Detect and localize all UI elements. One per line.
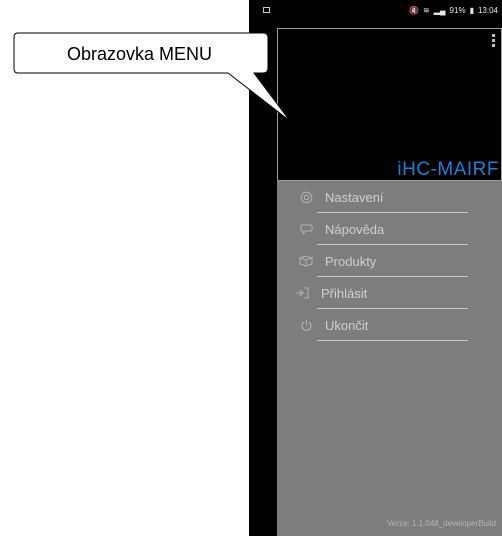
gear-icon xyxy=(299,190,313,204)
status-icons: 🔇 ≋ ▂▄ 91% ▮ 13:04 xyxy=(409,0,498,22)
wifi-icon: ≋ xyxy=(423,6,430,15)
menu-item-label: Produkty xyxy=(325,253,377,269)
divider xyxy=(317,340,468,341)
app-title: iHC-MAIRF xyxy=(397,159,499,180)
overflow-menu-icon[interactable] xyxy=(492,33,498,49)
callout-text: Obrazovka MENU xyxy=(66,44,213,64)
menu-item-exit[interactable]: Ukončit xyxy=(277,309,502,341)
drawer-menu: Nastavení Nápověda Produkty Přihlásit Uk… xyxy=(277,181,502,341)
menu-item-settings[interactable]: Nastavení xyxy=(277,181,502,213)
menu-item-login[interactable]: Přihlásit xyxy=(277,277,502,309)
login-icon xyxy=(295,286,309,300)
clock: 13:04 xyxy=(477,6,498,15)
battery-icon: ▮ xyxy=(469,6,474,15)
version-label: Verze: 1.1.048_developerBuild xyxy=(387,519,496,528)
chat-bubble-icon xyxy=(299,222,313,236)
box-icon xyxy=(299,254,313,268)
menu-item-help[interactable]: Nápověda xyxy=(277,213,502,245)
menu-item-label: Nápověda xyxy=(325,221,385,237)
menu-item-label: Nastavení xyxy=(325,189,384,205)
power-icon xyxy=(299,318,313,332)
callout-bubble xyxy=(13,32,291,122)
mute-icon: 🔇 xyxy=(409,6,420,15)
battery-level: 91% xyxy=(449,6,466,15)
signal-icon: ▂▄ xyxy=(433,6,446,15)
menu-item-label: Přihlásit xyxy=(321,285,368,301)
menu-item-label: Ukončit xyxy=(325,317,369,333)
menu-item-products[interactable]: Produkty xyxy=(277,245,502,277)
